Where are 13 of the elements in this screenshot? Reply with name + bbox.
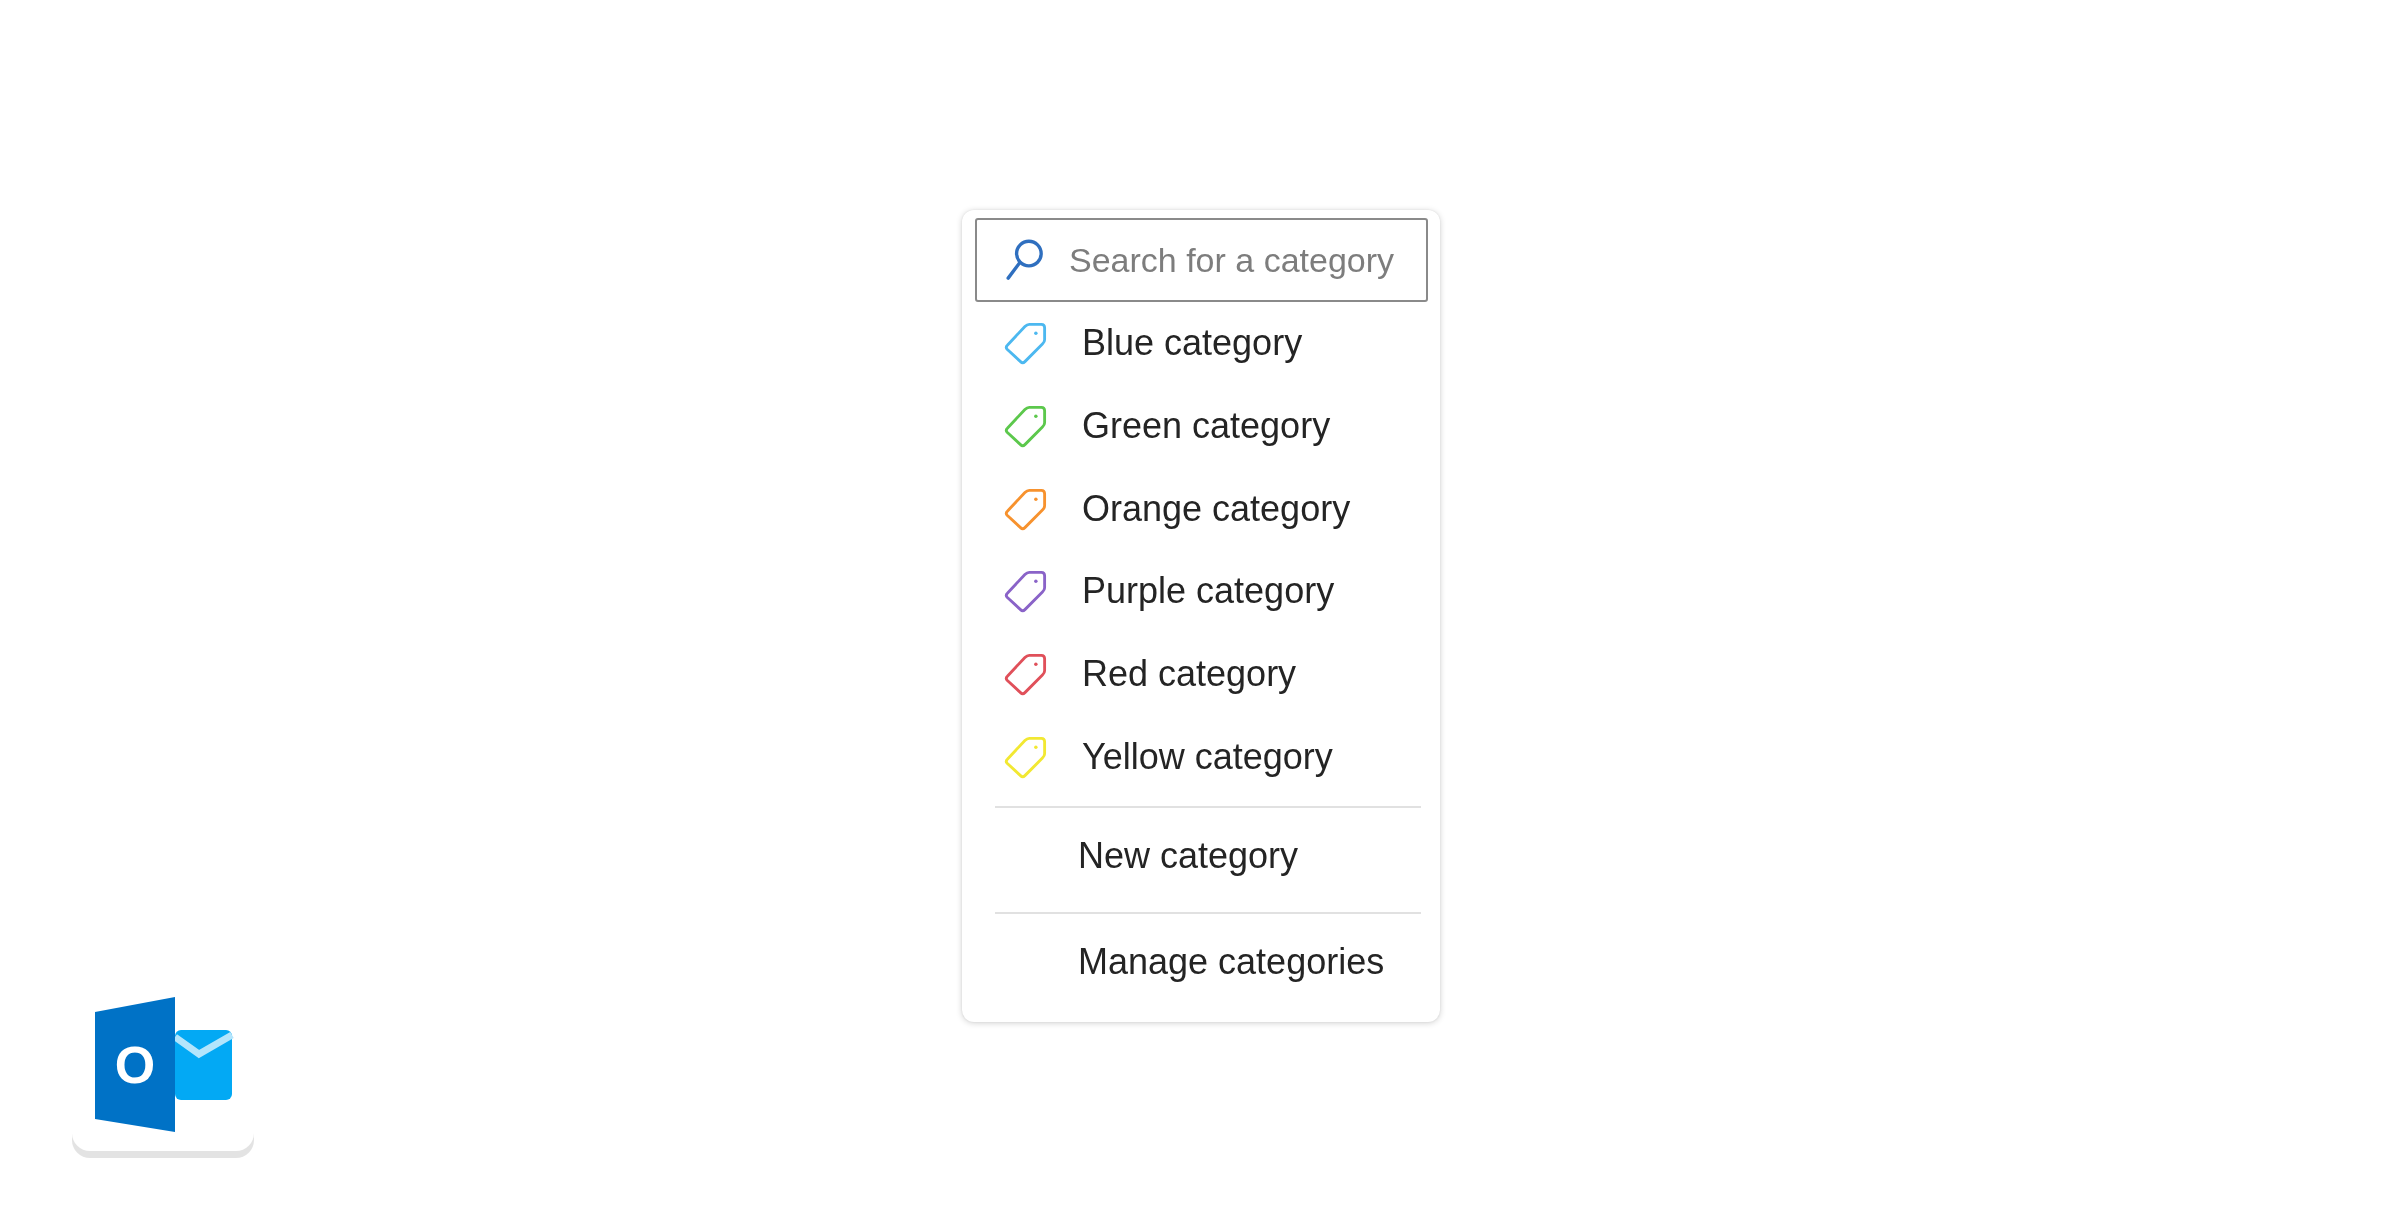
search-field[interactable]: Search for a category xyxy=(975,218,1428,302)
door-icon xyxy=(95,997,175,1132)
category-item[interactable]: Orange category xyxy=(975,467,1428,551)
category-item[interactable]: Purple category xyxy=(975,550,1428,633)
category-item[interactable]: Green category xyxy=(975,384,1428,468)
menu-item[interactable]: Manage categories xyxy=(975,914,1428,1011)
search-icon xyxy=(1005,238,1045,282)
envelope-icon xyxy=(172,1030,234,1100)
category-item[interactable]: Red category xyxy=(975,632,1428,716)
logo-letter: O xyxy=(114,1036,156,1094)
category-item[interactable]: Blue category xyxy=(975,302,1428,385)
category-item[interactable]: Yellow category xyxy=(975,715,1428,799)
menu-item[interactable]: New category xyxy=(975,808,1428,905)
